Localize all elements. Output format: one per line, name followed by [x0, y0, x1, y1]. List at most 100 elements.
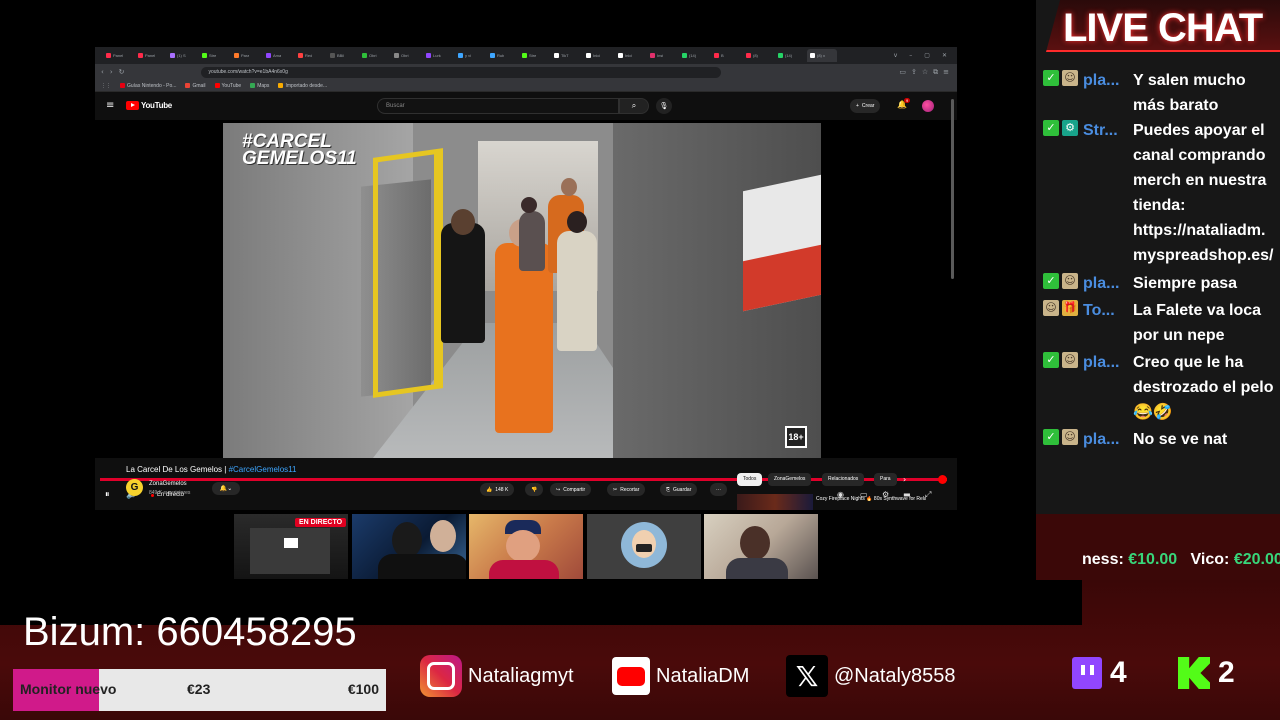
apps-grid-icon[interactable]: ⋮⋮: [101, 83, 111, 89]
browser-tab[interactable]: Red: [295, 49, 325, 62]
close-icon[interactable]: ✕: [942, 52, 947, 59]
chat-message: ☺ 🎁 To... La Falete va loca por un nepe: [1043, 298, 1276, 348]
chat-username[interactable]: To...: [1083, 298, 1133, 348]
bookmark-item[interactable]: Maps: [250, 83, 269, 89]
youtube-logo[interactable]: YouTube: [126, 101, 172, 110]
dislike-button[interactable]: 👎: [525, 483, 544, 496]
chip-all[interactable]: Todos: [737, 473, 763, 486]
url-field[interactable]: youtube.com/watch?v=e1bA4n6x0g: [200, 66, 721, 78]
bookmark-star-icon[interactable]: ☆: [922, 68, 928, 77]
browser-tab[interactable]: Panel: [103, 49, 133, 62]
progress-scrubber[interactable]: [938, 475, 947, 484]
extensions-icon[interactable]: ⧉: [933, 68, 938, 77]
browser-tab[interactable]: (14): [775, 49, 805, 62]
bookmark-item[interactable]: Gmail: [185, 82, 206, 89]
share-button[interactable]: ↪ Compartir: [550, 483, 592, 496]
browser-tab[interactable]: Inici: [615, 49, 645, 62]
browser-tab[interactable]: Panel: [135, 49, 165, 62]
forward-icon[interactable]: ›: [110, 68, 113, 76]
tab-favicon-icon: [586, 53, 591, 58]
avatar-mask: [636, 544, 652, 552]
chat-message-text: Creo que le ha destrozado el pelo 😂🤣: [1133, 354, 1274, 421]
bookmark-item[interactable]: Importado desde...: [278, 83, 327, 89]
chat-username[interactable]: pla...: [1083, 350, 1133, 425]
camera-tile-participant-2: [352, 514, 466, 579]
browser-tab[interactable]: y vi: [455, 49, 485, 62]
chip-channel[interactable]: ZonaGemelos: [768, 473, 812, 486]
chip-scroll-right-icon[interactable]: ›: [903, 475, 906, 484]
subscription-bell-icon[interactable]: 🔔⌄: [212, 482, 240, 495]
browser-tab[interactable]: Inst: [647, 49, 677, 62]
reload-icon[interactable]: ↻: [119, 68, 125, 76]
channel-name[interactable]: ZonaGemelos: [149, 481, 187, 487]
clip-button[interactable]: ✂ Recortar: [607, 483, 646, 496]
search-icon[interactable]: ⌕: [619, 98, 649, 114]
browser-tab[interactable]: TikT: [551, 49, 581, 62]
more-actions-button[interactable]: ···: [710, 483, 727, 496]
pause-icon[interactable]: ⏸: [105, 490, 110, 500]
tab-favicon-icon: [650, 53, 655, 58]
chat-username[interactable]: pla...: [1083, 271, 1133, 296]
search-input[interactable]: Buscar: [377, 98, 619, 114]
video-title-hashtag[interactable]: #CarcelGemelos11: [229, 465, 297, 474]
create-button[interactable]: + Crear: [850, 99, 881, 113]
bookmark-item[interactable]: YouTube: [214, 83, 241, 89]
back-icon[interactable]: ‹: [101, 68, 104, 76]
tab-search-icon[interactable]: v: [894, 52, 898, 59]
browser-tab[interactable]: (14): [679, 49, 709, 62]
tab-label: Rub: [497, 53, 505, 58]
browser-tab[interactable]: Obri: [359, 49, 389, 62]
scissors-icon: ✂: [613, 486, 618, 493]
thumbs-down-icon: 👎: [531, 486, 538, 493]
like-button[interactable]: 👍 148 K: [480, 483, 515, 496]
bookmark-item[interactable]: Guías Nintendo - Po...: [120, 83, 176, 89]
tab-label: Panel: [145, 53, 156, 58]
browser-tab[interactable]: Para: [231, 49, 261, 62]
browser-tab[interactable]: Inici: [583, 49, 613, 62]
bookmark-label: Gmail: [192, 82, 206, 89]
browser-tab[interactable]: B: [711, 49, 741, 62]
browser-menu-icon[interactable]: ≡: [943, 68, 949, 77]
live-progress-bar[interactable]: [100, 478, 947, 481]
browser-tab[interactable]: (8): [743, 49, 773, 62]
youtube-username: NataliaDM: [656, 664, 750, 687]
tab-label: Inici: [625, 53, 633, 58]
recommended-video-thumbnail[interactable]: [737, 494, 813, 510]
install-icon[interactable]: ▭: [899, 68, 906, 77]
minimize-icon[interactable]: –: [909, 52, 912, 59]
person-light-outfit: [557, 231, 597, 351]
chat-username[interactable]: Str...: [1083, 118, 1133, 268]
donor-amount: €10.00: [1128, 551, 1178, 568]
chip-for-you[interactable]: Para: [874, 473, 897, 486]
channel-avatar[interactable]: G: [126, 479, 143, 496]
user-avatar[interactable]: [922, 100, 934, 112]
browser-tab[interactable]: Stre: [519, 49, 549, 62]
recommended-video-title[interactable]: Cozy Fireplace Nights 🔥 80s Synthwave fo…: [816, 496, 926, 502]
person-orange-jumpsuit: [495, 243, 553, 433]
page-scrollbar[interactable]: [951, 99, 954, 279]
chat-username[interactable]: pla...: [1083, 68, 1133, 118]
browser-tab[interactable]: Ama: [263, 49, 293, 62]
browser-tab[interactable]: Lurk: [423, 49, 453, 62]
chat-message: ✓ ⚙ Str... Puedes apoyar el canal comprando…: [1043, 118, 1276, 268]
browser-tab[interactable]: Rub: [487, 49, 517, 62]
browser-tab[interactable]: (8) x: [807, 49, 837, 62]
donor-ticker: ness: €10.00 Vico: €20.00: [1082, 551, 1280, 569]
maximize-icon[interactable]: ▢: [924, 52, 930, 59]
chip-related[interactable]: Relacionados: [822, 473, 865, 486]
instagram-handle: Nataliagmyt: [420, 654, 574, 698]
video-player[interactable]: #CARCEL GEMELOS11 18+ ⏸ 🔈 En directo ◉ ▭…: [95, 120, 957, 500]
age-rating-badge: 18+: [785, 426, 807, 448]
video-frame[interactable]: #CARCEL GEMELOS11 18+: [223, 123, 821, 458]
save-button[interactable]: ⎘ Guardar: [660, 483, 698, 496]
share-icon[interactable]: ⇪: [911, 68, 917, 77]
browser-tab[interactable]: Obri: [391, 49, 421, 62]
browser-tab[interactable]: Stre: [199, 49, 229, 62]
browser-tab[interactable]: BBil: [327, 49, 357, 62]
microphone-icon[interactable]: 🎙: [656, 98, 672, 114]
participant-body: [726, 558, 788, 579]
chat-username[interactable]: pla...: [1083, 427, 1133, 452]
browser-tab[interactable]: (1) S: [167, 49, 197, 62]
goal-target-amount: €100: [347, 681, 379, 697]
hamburger-menu-icon[interactable]: ≡: [106, 101, 114, 111]
